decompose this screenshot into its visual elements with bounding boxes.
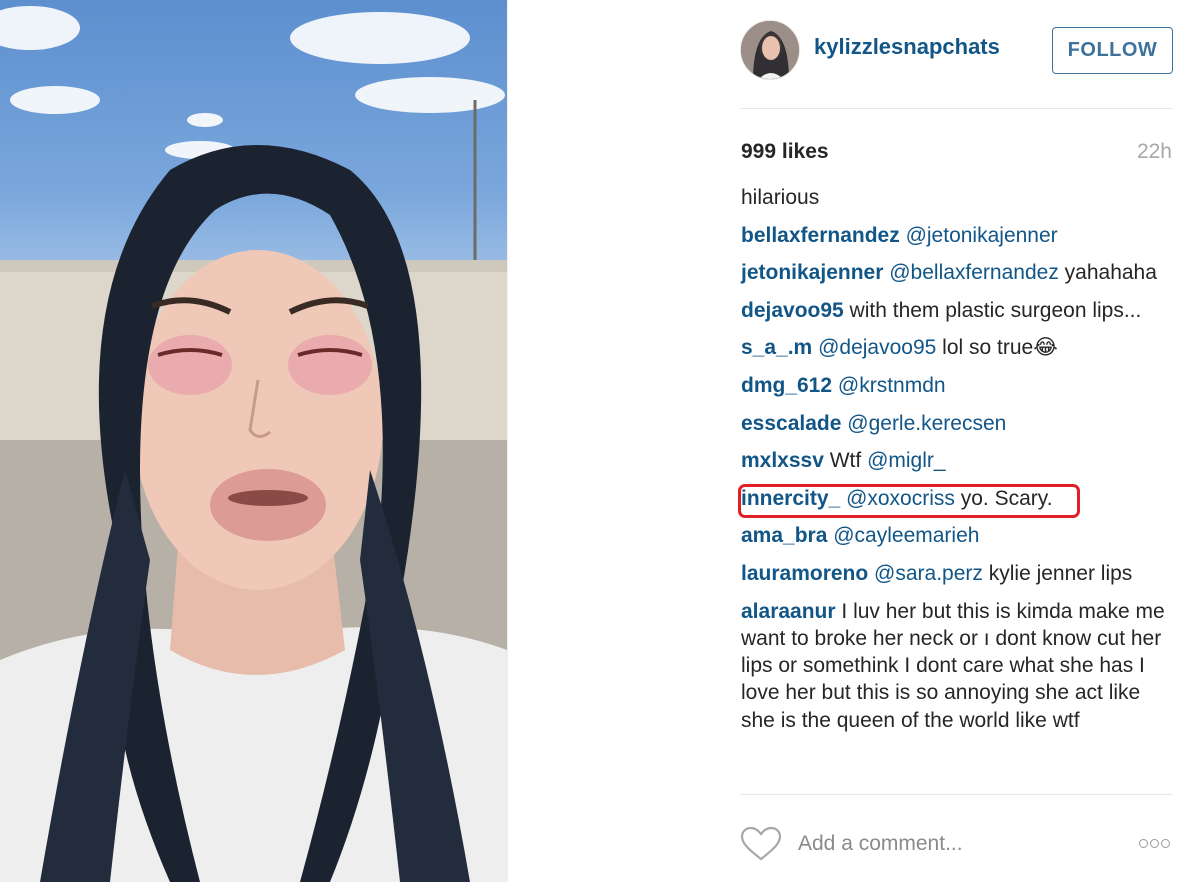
comment-username[interactable]: lauramoreno	[741, 562, 868, 585]
comment-text: lol so true😂	[936, 336, 1058, 360]
comment-mention[interactable]: @sara.perz	[874, 562, 983, 585]
comment-item-highlighted: innercity_ @xoxocriss yo. Scary.	[741, 485, 1171, 512]
caption-text: hilarious	[741, 186, 820, 209]
comment-text: Wtf	[823, 449, 868, 473]
comment-username[interactable]: alaraanur	[741, 600, 836, 623]
comment-mention[interactable]: @dejavoo95	[818, 336, 936, 359]
comment-input[interactable]	[798, 827, 1098, 861]
avatar[interactable]	[740, 20, 800, 80]
comment-item: jetonikajenner @bellaxfernandez yahahaha	[741, 259, 1171, 286]
comment-username[interactable]: innercity_	[741, 487, 840, 510]
post-footer	[740, 822, 1173, 866]
comment-username[interactable]: s_a_.m	[741, 336, 812, 359]
heart-icon[interactable]	[740, 826, 782, 862]
comment-item: bellaxfernandez @jetonikajenner	[741, 222, 1171, 249]
comment-list: hilarious bellaxfernandez @jetonikajenne…	[741, 184, 1171, 745]
comment-username[interactable]: ama_bra	[741, 524, 827, 547]
comment-text: with them plastic surgeon lips...	[843, 298, 1142, 322]
comment-mention[interactable]: @bellaxfernandez	[889, 261, 1059, 284]
username-link[interactable]: kylizzlesnapchats	[814, 34, 1000, 60]
comment-item: alaraanur I luv her but this is kimda ma…	[741, 598, 1171, 734]
comment-username[interactable]: bellaxfernandez	[741, 224, 900, 247]
comment-username[interactable]: dmg_612	[741, 374, 832, 397]
avatar-image	[741, 21, 799, 79]
post-photo	[0, 0, 507, 882]
comment-mention[interactable]: @gerle.kerecsen	[847, 412, 1006, 435]
comment-mention[interactable]: @xoxocriss	[846, 487, 955, 510]
comment-text: kylie jenner lips	[982, 561, 1133, 585]
comment-item: dmg_612 @krstnmdn	[741, 372, 1171, 399]
post-details-panel: kylizzlesnapchats FOLLOW 999 likes 22h h…	[508, 0, 1200, 882]
comment-mention[interactable]: @jetonikajenner	[906, 224, 1058, 247]
comment-item: dejavoo95 with them plastic surgeon lips…	[741, 297, 1171, 324]
post-timestamp[interactable]: 22h	[1137, 140, 1172, 164]
more-options-icon[interactable]	[1137, 835, 1173, 851]
comment-text: yahahaha	[1058, 261, 1157, 285]
footer-divider	[740, 794, 1173, 795]
comment-item: mxlxssv Wtf @miglr_	[741, 447, 1171, 474]
comment-item: esscalade @gerle.kerecsen	[741, 410, 1171, 437]
comment-mention[interactable]: @krstnmdn	[838, 374, 946, 397]
comment-text: yo. Scary.	[954, 486, 1053, 510]
caption: hilarious	[741, 184, 1171, 211]
post-header: kylizzlesnapchats FOLLOW	[740, 20, 1173, 80]
comment-username[interactable]: jetonikajenner	[741, 261, 883, 284]
comment-item: ama_bra @cayleemarieh	[741, 522, 1171, 549]
comment-mention[interactable]: @miglr_	[867, 449, 946, 472]
follow-button[interactable]: FOLLOW	[1052, 27, 1173, 74]
comment-username[interactable]: esscalade	[741, 412, 841, 435]
comment-item: s_a_.m @dejavoo95 lol so true😂	[741, 334, 1171, 361]
likes-count[interactable]: 999 likes	[741, 140, 829, 164]
comment-mention[interactable]: @cayleemarieh	[833, 524, 979, 547]
comment-username[interactable]: mxlxssv	[741, 449, 824, 472]
comment-username[interactable]: dejavoo95	[741, 299, 844, 322]
comment-item: lauramoreno @sara.perz kylie jenner lips	[741, 560, 1171, 587]
header-divider	[740, 108, 1173, 109]
photo-illustration	[0, 6, 507, 882]
